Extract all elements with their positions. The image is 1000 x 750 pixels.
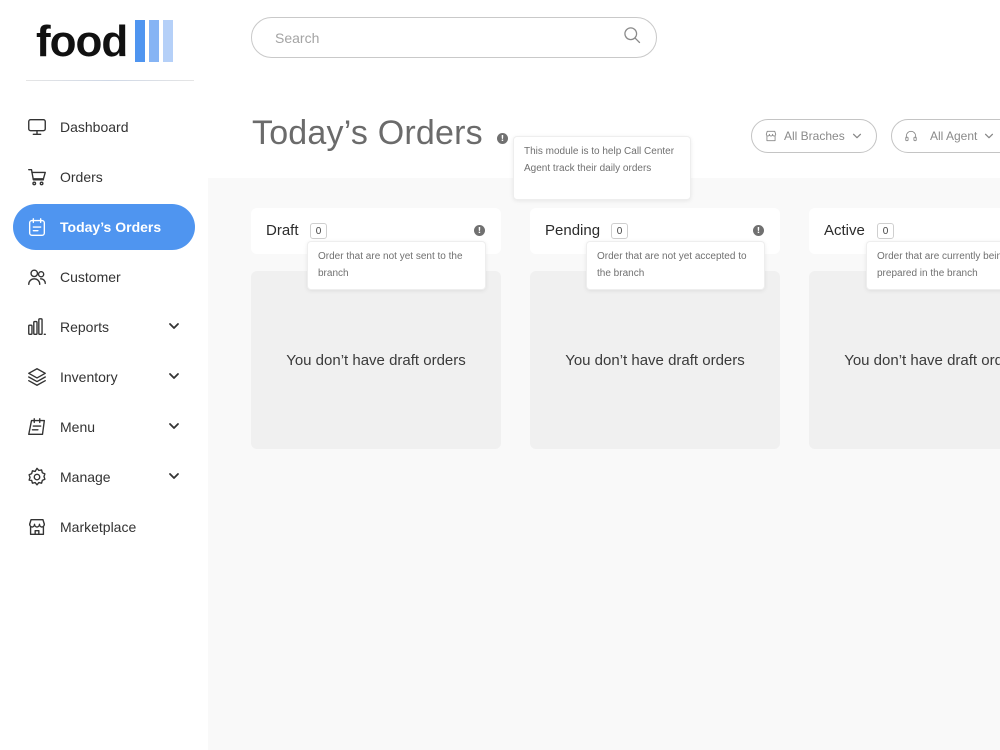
chevron-down-icon [852, 133, 861, 139]
info-icon[interactable]: ! [474, 225, 485, 236]
column-body-draft: You don’t have draft orders [251, 271, 501, 449]
sidebar-item-label: Inventory [60, 369, 118, 385]
search-icon[interactable] [622, 25, 642, 50]
branches-filter-dropdown[interactable]: All Braches [751, 119, 877, 153]
search-input[interactable] [275, 29, 622, 46]
column-count-badge: 0 [310, 223, 327, 239]
column-title: Pending [545, 222, 601, 239]
store-icon [765, 130, 777, 142]
sidebar-item-menu[interactable]: Menu [13, 404, 195, 450]
sidebar-item-label: Customer [60, 269, 121, 285]
sidebar-item-customer[interactable]: Customer [13, 254, 195, 300]
chevron-down-icon [985, 133, 994, 139]
sidebar-nav: Dashboard Orders Today’s Orders Customer [13, 104, 195, 554]
column-title: Active [824, 222, 865, 239]
cart-icon [25, 165, 49, 189]
chevron-down-icon[interactable] [167, 369, 181, 383]
column-tooltip-draft: Order that are not yet sent to the branc… [307, 241, 486, 290]
app-window: food Dashboard Orders Today’s Orders Cus… [0, 0, 1000, 750]
sidebar-item-dashboard[interactable]: Dashboard [13, 104, 195, 150]
search-bar[interactable] [251, 17, 657, 58]
empty-state-text: You don’t have draft orders [286, 351, 466, 369]
chevron-down-icon[interactable] [167, 469, 181, 483]
page-title: Today’s Orders [252, 114, 483, 152]
gear-icon [25, 465, 49, 489]
logo-divider [26, 80, 194, 81]
menu-book-icon [25, 415, 49, 439]
column-count-badge: 0 [611, 223, 628, 239]
empty-state-text: You don’t have draft orders [844, 351, 1000, 369]
layers-icon [25, 365, 49, 389]
monitor-icon [25, 115, 49, 139]
orders-board: Draft 0 ! You don’t have draft orders Pe… [208, 178, 1000, 750]
column-count-badge: 0 [877, 223, 894, 239]
logo-text: food [36, 17, 128, 66]
sidebar-item-label: Orders [60, 169, 103, 185]
sidebar-item-label: Menu [60, 419, 96, 435]
agent-filter-label: All Agent [930, 129, 978, 143]
logo-bar [149, 20, 160, 62]
info-icon[interactable]: ! [497, 133, 508, 144]
brand-logo[interactable]: food [36, 17, 174, 66]
logo-bar [163, 20, 174, 62]
headset-icon [905, 130, 917, 142]
chevron-down-icon[interactable] [167, 319, 181, 333]
sidebar-item-manage[interactable]: Manage [13, 454, 195, 500]
sidebar-item-todays-orders[interactable]: Today’s Orders [13, 204, 195, 250]
bar-chart-icon [25, 315, 49, 339]
calendar-icon [25, 215, 49, 239]
sidebar-item-reports[interactable]: Reports [13, 304, 195, 350]
logo-bars-icon [135, 20, 174, 62]
chevron-down-icon[interactable] [167, 419, 181, 433]
agent-filter-dropdown[interactable]: All Agent [891, 119, 1000, 153]
sidebar-item-inventory[interactable]: Inventory [13, 354, 195, 400]
info-icon[interactable]: ! [753, 225, 764, 236]
branches-filter-label: All Braches [784, 129, 845, 143]
empty-state-text: You don’t have draft orders [565, 351, 745, 369]
column-tooltip-pending: Order that are not yet accepted to the b… [586, 241, 765, 290]
store-icon [25, 515, 49, 539]
column-body-active: You don’t have draft orders [809, 271, 1000, 449]
sidebar-item-orders[interactable]: Orders [13, 154, 195, 200]
sidebar-item-label: Today’s Orders [60, 219, 162, 235]
column-title: Draft [266, 222, 299, 239]
logo-bar [135, 20, 146, 62]
users-icon [25, 265, 49, 289]
sidebar-item-label: Reports [60, 319, 110, 335]
title-tooltip: This module is to help Call Center Agent… [513, 136, 691, 200]
sidebar-item-label: Marketplace [60, 519, 137, 535]
column-body-pending: You don’t have draft orders [530, 271, 780, 449]
sidebar-item-label: Dashboard [60, 119, 129, 135]
sidebar: food Dashboard Orders Today’s Orders Cus… [0, 0, 208, 750]
sidebar-item-marketplace[interactable]: Marketplace [13, 504, 195, 550]
sidebar-item-label: Manage [60, 469, 111, 485]
column-tooltip-active: Order that are currently being prepared … [866, 241, 1000, 290]
